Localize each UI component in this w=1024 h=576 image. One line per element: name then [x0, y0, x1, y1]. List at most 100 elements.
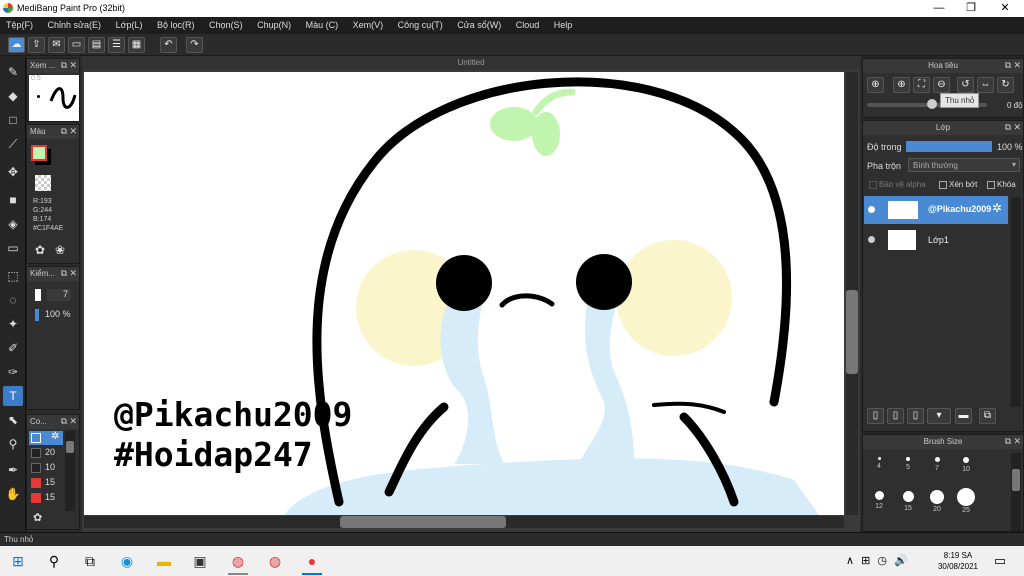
clock[interactable]: 8:19 SA 30/08/2021 [932, 550, 984, 572]
layer-opacity-slider[interactable] [906, 141, 992, 152]
merge-layer-icon[interactable]: ▯ [907, 408, 924, 424]
hand-tool-icon[interactable]: ✋ [3, 484, 23, 504]
maximize-button[interactable]: ❐ [954, 0, 988, 17]
popout-icon[interactable]: ⧉ [61, 60, 67, 71]
drawing-canvas[interactable]: @Pikachu2009 #Hoidap247 [84, 72, 844, 515]
zoom-in-alt-icon[interactable]: ⊕ [893, 77, 910, 93]
settings-gear-icon[interactable]: ✲ [51, 431, 59, 442]
document-icon[interactable]: ▤ [88, 37, 105, 53]
brush-opacity-value[interactable]: 100 % [45, 309, 71, 319]
menu-snap[interactable]: Chụp(N) [251, 17, 297, 30]
close-icon[interactable]: ✕ [1013, 436, 1021, 447]
flip-icon[interactable]: ⇔ [977, 77, 994, 93]
layer-list-scrollbar[interactable] [1011, 197, 1021, 407]
close-button[interactable]: ✕ [988, 0, 1022, 17]
duplicate-layer-icon[interactable]: ▯ [887, 408, 904, 424]
dropper-tool-icon[interactable]: ⚲ [3, 434, 23, 454]
color-list-item[interactable]: 20 [29, 446, 63, 460]
line-tool-icon[interactable]: ⟋ [3, 134, 23, 154]
menu-cloud[interactable]: Cloud [510, 17, 546, 30]
eyedropper-tool-icon[interactable]: ✒ [3, 460, 23, 480]
color-list-item[interactable]: 15 [29, 491, 63, 505]
chrome-profile-icon[interactable]: ◍ [265, 551, 285, 571]
brush-size-cell[interactable]: 5 [894, 453, 922, 481]
menu-view[interactable]: Xem(V) [347, 17, 390, 30]
rotate-left-icon[interactable]: ↺ [957, 77, 974, 93]
fill-rect-tool-icon[interactable]: ■ [3, 190, 23, 210]
close-icon[interactable]: ✕ [1013, 60, 1021, 71]
close-icon[interactable]: ✕ [69, 416, 77, 427]
popout-icon[interactable]: ⧉ [1005, 60, 1011, 71]
store-icon[interactable]: ▣ [190, 551, 210, 571]
close-icon[interactable]: ✕ [69, 126, 77, 137]
brush-size-cell[interactable]: 25 [952, 487, 980, 515]
edge-browser-icon[interactable]: ◉ [117, 551, 137, 571]
brush-size-cell[interactable]: 7 [923, 453, 951, 481]
minimize-button[interactable]: — [922, 0, 956, 17]
popout-icon[interactable]: ⧉ [61, 416, 67, 427]
menu-window[interactable]: Cửa sổ(W) [451, 17, 507, 30]
move-tool-icon[interactable]: ✥ [3, 162, 23, 182]
system-tray-icons[interactable]: ∧ ⊞ ◷ 🔊 [846, 554, 910, 567]
redo-icon[interactable]: ↷ [186, 37, 203, 53]
zoom-out-icon[interactable]: ⊖ [933, 77, 950, 93]
brush-size-cell[interactable]: 15 [894, 487, 922, 515]
menu-file[interactable]: Tệp(F) [0, 17, 39, 30]
medibang-taskbar-icon[interactable]: ● [302, 551, 322, 571]
popout-icon[interactable]: ⧉ [1005, 436, 1011, 447]
undo-icon[interactable]: ↶ [160, 37, 177, 53]
color-list-item[interactable]: 10 [29, 461, 63, 475]
horizontal-scroll-thumb[interactable] [340, 516, 506, 528]
brush-size-cell[interactable]: 20 [923, 487, 951, 515]
grid-icon[interactable]: ▦ [128, 37, 145, 53]
search-icon[interactable]: ⚲ [44, 551, 64, 571]
layer-row[interactable]: Lớp1 [864, 226, 1008, 254]
close-icon[interactable]: ✕ [69, 268, 77, 279]
magic-wand-tool-icon[interactable]: ✦ [3, 314, 23, 334]
rotation-slider-handle[interactable] [927, 99, 937, 109]
windows-start-icon[interactable]: ⊞ [8, 551, 28, 571]
share-icon[interactable]: ⇪ [28, 37, 45, 53]
brush-tool-icon[interactable]: ✎ [3, 62, 23, 82]
eraser-tool-icon[interactable]: ◆ [3, 86, 23, 106]
brush-size-scrollbar[interactable] [1011, 453, 1021, 531]
chat-icon[interactable]: ✉ [48, 37, 65, 53]
menu-color[interactable]: Màu (C) [300, 17, 345, 30]
color-list-scrollbar[interactable] [65, 431, 75, 511]
menu-filter[interactable]: Bộ lọc(R) [151, 17, 201, 30]
palette-icon[interactable]: ✿ [35, 243, 45, 257]
menu-layer[interactable]: Lớp(L) [110, 17, 149, 30]
brush-size-scroll-thumb[interactable] [1012, 469, 1020, 491]
document-tab[interactable]: Untitled [82, 56, 860, 70]
select-eraser-tool-icon[interactable]: ✑ [3, 362, 23, 382]
lock-checkbox[interactable]: Khóa [987, 180, 1016, 189]
rotate-right-icon[interactable]: ↻ [997, 77, 1014, 93]
color-list-selected[interactable]: ✲ [29, 431, 63, 445]
brush-size-cell[interactable]: 4 [865, 453, 893, 481]
zoom-in-icon[interactable]: ⊕ [867, 77, 884, 93]
chrome-icon[interactable]: ◍ [228, 551, 248, 571]
menu-help[interactable]: Help [548, 17, 579, 30]
popout-icon[interactable]: ⧉ [1005, 122, 1011, 133]
comment-icon[interactable]: ▭ [68, 37, 85, 53]
layer-row[interactable]: @Pikachu2009 ✲ [864, 196, 1008, 224]
eye-icon[interactable] [868, 206, 875, 213]
new-layer-icon[interactable]: ▯ [867, 408, 884, 424]
color-list-scroll-thumb[interactable] [66, 441, 74, 453]
text-tool-icon[interactable]: T [3, 386, 23, 406]
clipping-checkbox[interactable]: Xén bớt [939, 180, 977, 189]
notification-icon[interactable]: ▭ [990, 551, 1010, 571]
palette-add-icon[interactable]: ❀ [55, 243, 65, 257]
file-explorer-icon[interactable]: ▬ [154, 551, 174, 571]
close-icon[interactable]: ✕ [1013, 122, 1021, 133]
color-list-item[interactable]: 15 [29, 476, 63, 490]
eye-icon[interactable] [868, 236, 875, 243]
select-rect-tool-icon[interactable]: ⬚ [3, 266, 23, 286]
cloud-icon[interactable]: ☁ [8, 37, 25, 53]
rectangle-tool-icon[interactable]: □ [3, 110, 23, 130]
protect-alpha-checkbox[interactable]: Bảo vệ alpha [869, 180, 926, 189]
brush-size-field[interactable]: 7 [47, 289, 71, 301]
folder-icon[interactable]: ▬ [955, 408, 972, 424]
operation-tool-icon[interactable]: ⬉ [3, 410, 23, 430]
foreground-color-swatch[interactable] [31, 145, 47, 161]
